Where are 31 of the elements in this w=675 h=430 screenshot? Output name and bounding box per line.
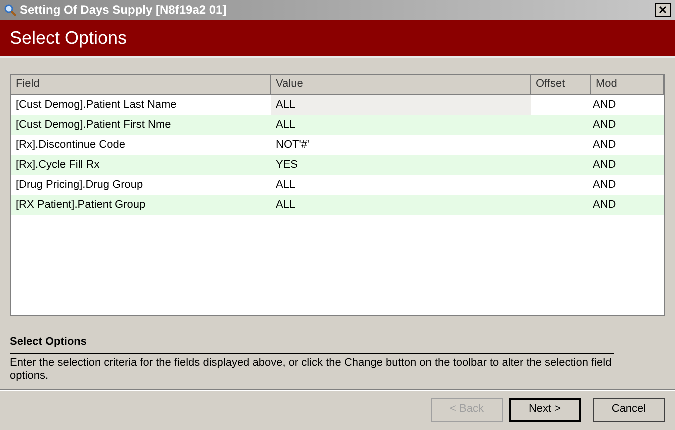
table-cell-text: AND xyxy=(592,138,618,153)
table-cell-text: [RX Patient].Patient Group xyxy=(15,198,147,213)
wizard-button[interactable]: Cancel xyxy=(593,398,665,422)
table-cell-text: [Drug Pricing].Drug Group xyxy=(15,178,144,193)
column-header[interactable]: Mod xyxy=(591,75,664,94)
table-cell-text: [Cust Demog].Patient First Nme xyxy=(15,118,172,133)
header-title: Select Options xyxy=(10,26,128,50)
help-title: Select Options xyxy=(10,334,614,354)
table-cell-text: [Cust Demog].Patient Last Name xyxy=(15,98,178,113)
table-cell-text: AND xyxy=(592,118,618,133)
table-cell: ALL xyxy=(271,95,531,115)
column-header[interactable]: Offset xyxy=(531,75,591,94)
column-header[interactable]: Value xyxy=(271,75,531,94)
column-header[interactable]: Field xyxy=(11,75,271,94)
table-cell-text: AND xyxy=(592,198,618,213)
table-cell-text: ALL xyxy=(275,178,297,193)
close-button[interactable] xyxy=(655,3,671,17)
magnifier-icon xyxy=(4,4,17,16)
table-cell-text: [Rx].Cycle Fill Rx xyxy=(15,158,101,173)
table-cell-text: AND xyxy=(592,178,618,193)
wizard-button[interactable]: Next > xyxy=(509,398,581,422)
table-cell-text: AND xyxy=(592,158,618,173)
table-cell-text: [Rx].Discontinue Code xyxy=(15,138,126,153)
table-cell-text: AND xyxy=(592,98,618,113)
table-cell-text: ALL xyxy=(275,198,297,213)
table-cell-text: ALL xyxy=(275,118,297,133)
window-title: Setting Of Days Supply [N8f19a2 01] xyxy=(20,2,227,19)
close-icon xyxy=(659,6,667,14)
help-text: Enter the selection criteria for the fields displayed above, or click the Change button on the toolbar to alter the selection field options. xyxy=(10,356,613,382)
table-cell-text: NOT'#' xyxy=(275,138,311,153)
table-cell-text: YES xyxy=(275,158,300,173)
